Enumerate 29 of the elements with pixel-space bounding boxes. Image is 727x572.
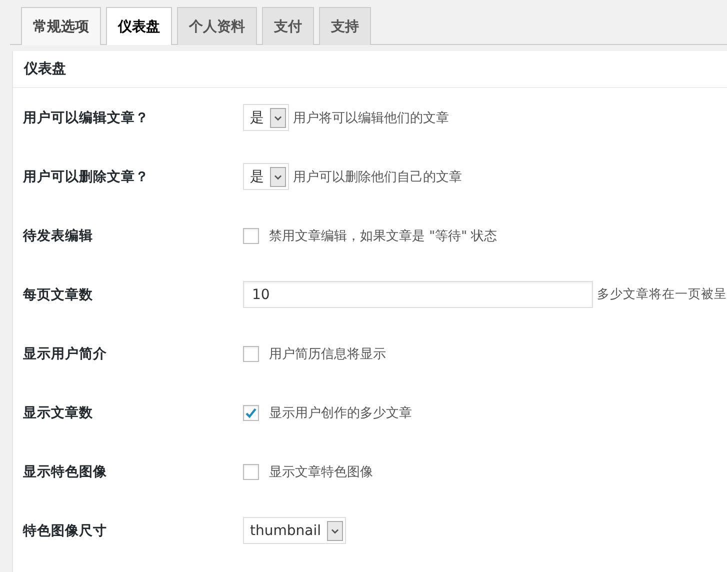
checkbox[interactable] [243, 464, 259, 480]
setting-description: 显示文章特色图像 [269, 464, 373, 480]
checkbox[interactable] [243, 228, 259, 244]
setting-label: 显示特色图像 [22, 462, 108, 480]
tab[interactable]: 仪表盘 [106, 7, 172, 45]
tab[interactable]: 支付 [262, 7, 314, 45]
input-field[interactable]: 10 [243, 281, 593, 308]
checkbox[interactable] [243, 346, 259, 362]
setting-label: 每页文章数 [22, 286, 94, 304]
dropdown[interactable]: 是 [243, 163, 289, 190]
dropdown[interactable]: thumbnail [243, 517, 346, 544]
setting-label: 用户可以编辑文章？ [22, 108, 150, 126]
setting-label: 待发表编辑 [22, 226, 94, 244]
setting-label: 特色图像尺寸 [22, 522, 108, 540]
setting-description: 用户简历信息将显示 [269, 346, 386, 362]
setting-description: 禁用文章编辑，如果文章是 "等待" 状态 [269, 228, 498, 244]
tab[interactable]: 支持 [319, 7, 371, 45]
setting-label: 显示文章数 [22, 404, 94, 422]
setting-description: 显示用户创作的多少文章 [269, 404, 412, 422]
tab[interactable]: 个人资料 [177, 7, 257, 45]
panel-title: 仪表盘 [24, 60, 66, 78]
dropdown[interactable]: 是 [243, 104, 289, 131]
tab[interactable]: 常规选项 [21, 7, 101, 45]
setting-description: 用户将可以编辑他们的文章 [293, 110, 449, 126]
checkbox[interactable] [243, 404, 259, 420]
setting-description: 多少文章将在一页被呈 [597, 286, 727, 303]
setting-description: 用户可以删除他们自己的文章 [293, 168, 462, 186]
setting-label: 用户可以删除文章？ [22, 168, 150, 186]
setting-label: 显示用户简介 [22, 344, 108, 362]
